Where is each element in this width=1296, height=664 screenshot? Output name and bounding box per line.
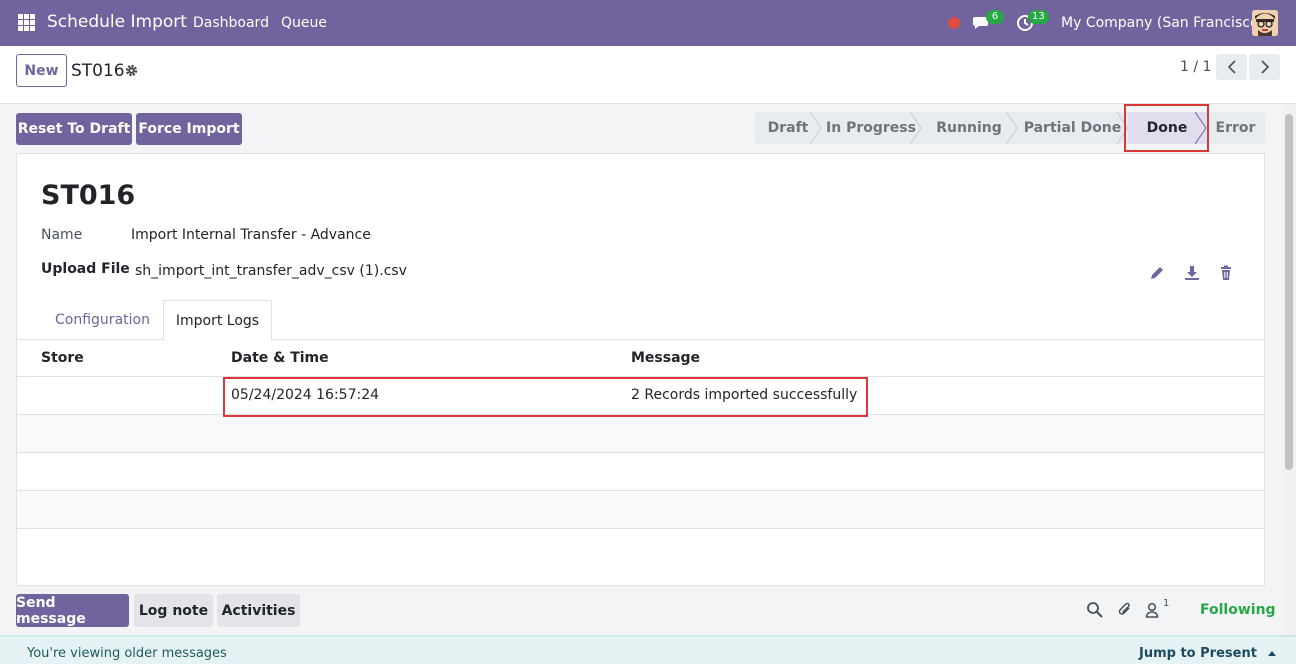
record-title: ST016 bbox=[41, 180, 136, 211]
table-row[interactable]: 05/24/2024 16:57:24 2 Records imported s… bbox=[17, 377, 1264, 415]
older-messages-banner: You're viewing older messages Jump to Pr… bbox=[0, 635, 1296, 664]
upload-file-label: Upload File bbox=[41, 261, 130, 277]
trash-icon[interactable] bbox=[1218, 265, 1234, 281]
activities-badge: 13 bbox=[1028, 10, 1049, 24]
recording-indicator-icon[interactable] bbox=[948, 17, 960, 29]
stage-label: Done bbox=[1146, 120, 1188, 136]
pager-value[interactable]: 1 / 1 bbox=[1180, 59, 1211, 75]
column-header-message[interactable]: Message bbox=[631, 350, 700, 366]
menu-queue[interactable]: Queue bbox=[281, 15, 327, 31]
app-title[interactable]: Schedule Import bbox=[47, 12, 187, 32]
stage-running[interactable]: Running bbox=[921, 112, 1018, 144]
followers-count: 1 bbox=[1163, 598, 1170, 609]
chevron-left-icon bbox=[1227, 60, 1236, 74]
upload-file-name[interactable]: sh_import_int_transfer_adv_csv (1).csv bbox=[135, 263, 407, 279]
empty-row bbox=[17, 415, 1264, 453]
stage-label: Draft bbox=[767, 120, 809, 136]
stage-label: Error bbox=[1215, 120, 1256, 136]
stage-label: Partial Done bbox=[1023, 120, 1122, 136]
top-navbar: Schedule Import Dashboard Queue 6 13 My … bbox=[0, 0, 1296, 46]
pager-next-button[interactable] bbox=[1249, 54, 1280, 80]
stage-partial-done[interactable]: Partial Done bbox=[1017, 112, 1129, 144]
gear-icon[interactable] bbox=[124, 63, 139, 78]
messages-badge: 6 bbox=[986, 10, 1004, 24]
status-bar: Draft In Progress Running Partial Done D… bbox=[755, 112, 1265, 144]
empty-row bbox=[17, 491, 1264, 529]
jump-to-present-link[interactable]: Jump to Present bbox=[1139, 646, 1277, 661]
column-header-datetime[interactable]: Date & Time bbox=[231, 350, 329, 366]
name-label: Name bbox=[41, 227, 83, 243]
table-header: Store Date & Time Message bbox=[17, 340, 1264, 377]
search-icon[interactable] bbox=[1086, 601, 1104, 619]
scrollbar-thumb[interactable] bbox=[1285, 114, 1293, 470]
menu-dashboard[interactable]: Dashboard bbox=[193, 15, 269, 31]
jump-to-present-label: Jump to Present bbox=[1139, 646, 1257, 661]
edit-pencil-icon[interactable] bbox=[1149, 265, 1165, 281]
stage-label: Running bbox=[936, 120, 1002, 136]
apps-menu-icon[interactable] bbox=[18, 14, 35, 31]
paperclip-icon[interactable] bbox=[1116, 601, 1134, 619]
empty-row bbox=[17, 453, 1264, 491]
stage-draft[interactable]: Draft bbox=[755, 112, 822, 144]
older-messages-text: You're viewing older messages bbox=[27, 646, 227, 661]
send-message-button[interactable]: Send message bbox=[16, 594, 129, 627]
name-field[interactable]: Import Internal Transfer - Advance bbox=[131, 227, 371, 243]
company-switcher[interactable]: My Company (San Francisco) bbox=[1061, 15, 1264, 31]
column-header-store[interactable]: Store bbox=[41, 350, 84, 366]
notebook-tabs: Configuration Import Logs bbox=[17, 299, 1264, 341]
pager-previous-button[interactable] bbox=[1216, 54, 1247, 80]
activities-button[interactable]: Activities bbox=[217, 594, 300, 627]
control-panel: New ST016 1 / 1 bbox=[0, 46, 1296, 104]
cell-datetime: 05/24/2024 16:57:24 bbox=[231, 387, 380, 403]
stage-label: In Progress bbox=[826, 120, 916, 136]
following-button[interactable]: Following bbox=[1200, 602, 1276, 618]
page-scrollbar[interactable] bbox=[1282, 104, 1296, 635]
log-note-button[interactable]: Log note bbox=[134, 594, 213, 627]
new-button[interactable]: New bbox=[16, 54, 67, 87]
reset-to-draft-button[interactable]: Reset To Draft bbox=[16, 113, 132, 145]
cell-message: 2 Records imported successfully bbox=[631, 387, 858, 403]
stage-done[interactable]: Done bbox=[1128, 112, 1207, 144]
import-logs-table: Store Date & Time Message 05/24/2024 16:… bbox=[17, 340, 1264, 529]
form-sheet: ST016 Name Import Internal Transfer - Ad… bbox=[16, 153, 1265, 586]
caret-up-icon bbox=[1268, 651, 1277, 656]
stage-error[interactable]: Error bbox=[1206, 112, 1265, 144]
stage-in-progress[interactable]: In Progress bbox=[821, 112, 922, 144]
user-avatar[interactable] bbox=[1252, 10, 1278, 36]
download-icon[interactable] bbox=[1184, 265, 1200, 281]
tab-configuration[interactable]: Configuration bbox=[43, 299, 162, 340]
breadcrumb-record: ST016 bbox=[71, 61, 125, 81]
followers-icon[interactable] bbox=[1144, 601, 1162, 619]
force-import-button[interactable]: Force Import bbox=[136, 113, 242, 145]
chevron-right-icon bbox=[1260, 60, 1269, 74]
tab-import-logs[interactable]: Import Logs bbox=[163, 300, 272, 341]
